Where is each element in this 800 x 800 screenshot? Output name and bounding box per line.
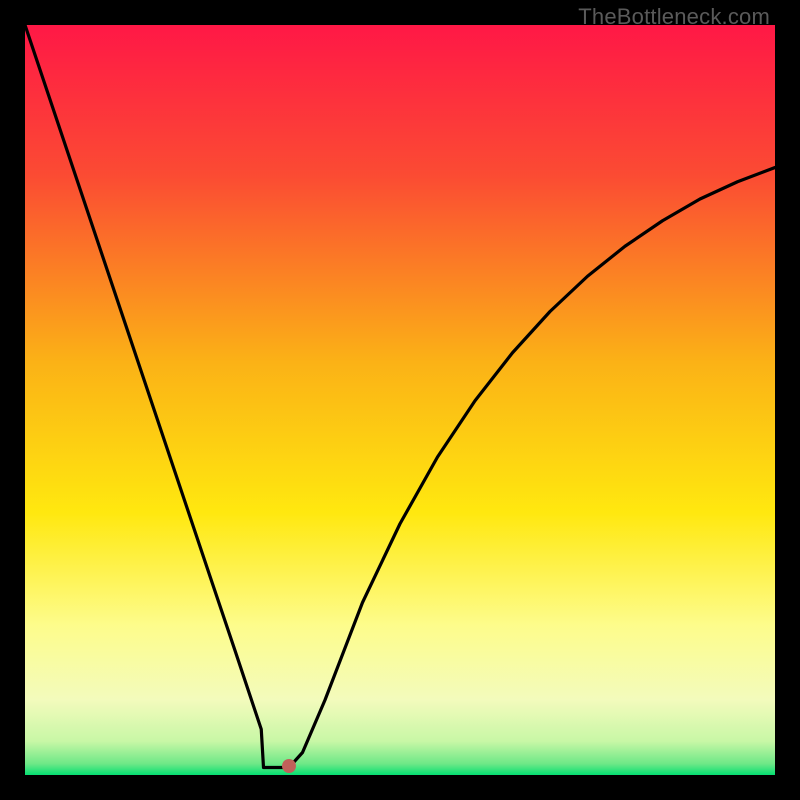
bottleneck-chart: [25, 25, 775, 775]
gradient-background: [25, 25, 775, 775]
watermark-text: TheBottleneck.com: [578, 4, 770, 30]
chart-frame: [25, 25, 775, 775]
optimum-marker: [282, 759, 296, 773]
